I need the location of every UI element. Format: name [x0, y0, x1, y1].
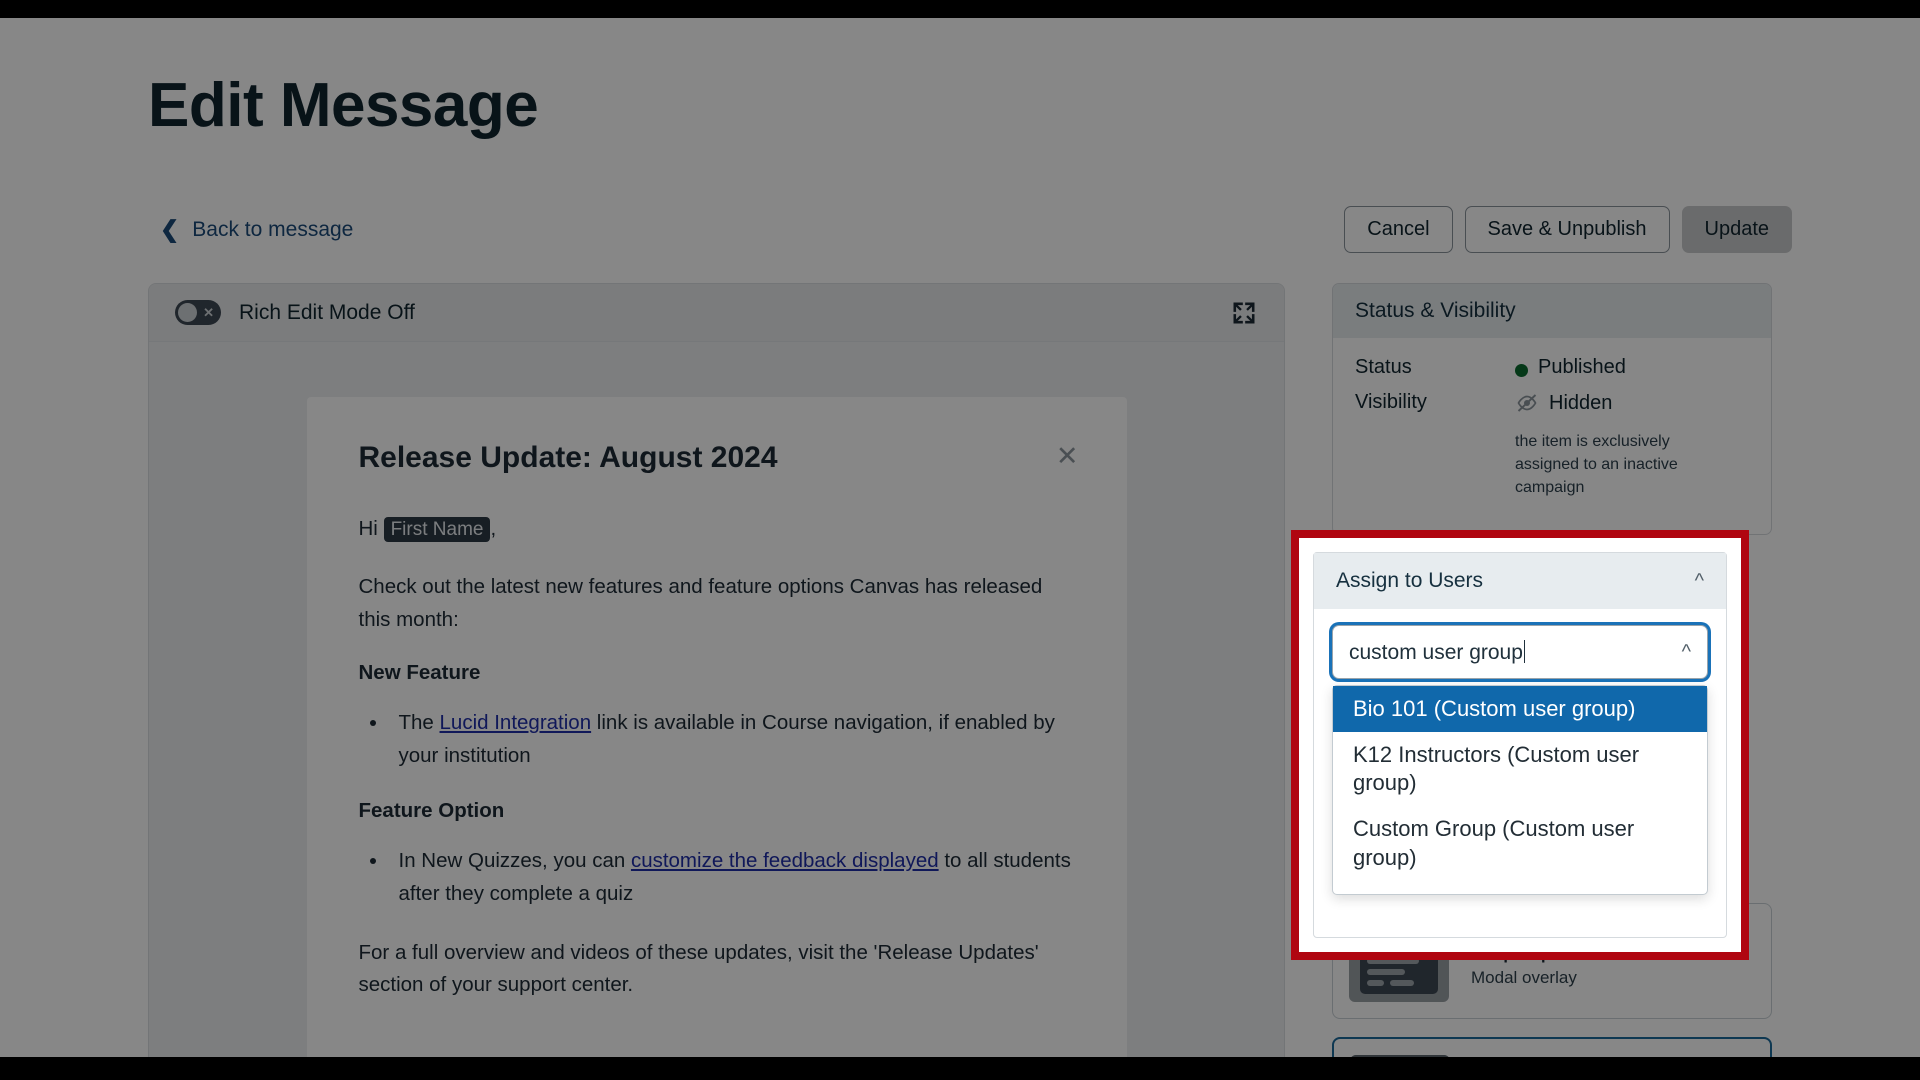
cancel-button[interactable]: Cancel	[1344, 206, 1453, 253]
section-heading-feature-option: Feature Option	[358, 798, 505, 822]
app-stage: Edit Message ❮ Back to message Cancel Sa…	[0, 18, 1920, 1057]
text-cursor	[1523, 639, 1526, 663]
editor-panel: ✕ Rich Edit Mode Off ✕ Release Update: A…	[148, 283, 1285, 1057]
status-dot-icon	[1515, 364, 1528, 377]
visibility-label: Visibility	[1355, 391, 1427, 413]
section-heading-new-feature: New Feature	[358, 661, 481, 685]
list-item: In New Quizzes, you can customize the fe…	[389, 845, 1075, 911]
assign-to-users-card: Assign to Users ^ custom user group ^ Bi…	[1313, 552, 1727, 938]
fullscreen-expand-icon[interactable]	[1230, 299, 1258, 327]
user-group-dropdown-list: Bio 101 (Custom user group) K12 Instruct…	[1332, 685, 1708, 895]
status-visibility-header[interactable]: Status & Visibility	[1333, 284, 1771, 338]
visibility-note: the item is exclusively assigned to an i…	[1515, 433, 1678, 497]
feature-option-list: In New Quizzes, you can customize the fe…	[389, 845, 1075, 911]
assign-to-users-title: Assign to Users	[1336, 569, 1484, 592]
assign-to-users-header[interactable]: Assign to Users ^	[1314, 553, 1726, 609]
dropdown-option-custom-group[interactable]: Custom Group (Custom user group)	[1333, 806, 1707, 880]
search-input-value: custom user group	[1349, 640, 1523, 664]
header-actions: Cancel Save & Unpublish Update	[1344, 206, 1792, 253]
status-visibility-card: Status & Visibility Status Published Vis…	[1332, 283, 1772, 535]
message-title: Release Update: August 2024	[358, 441, 778, 474]
page-title: Edit Message	[148, 71, 539, 140]
greeting-prefix: Hi	[358, 517, 384, 540]
bullet-one-pre: The	[398, 711, 440, 735]
rich-edit-mode-toggle[interactable]: ✕	[175, 300, 221, 325]
back-link-label: Back to message	[192, 218, 354, 241]
highlight-box: Assign to Users ^ custom user group ^ Bi…	[1291, 530, 1749, 960]
toggle-off-icon: ✕	[203, 305, 214, 320]
close-icon[interactable]: ✕	[1056, 443, 1079, 470]
new-feature-list: The Lucid Integration link is available …	[389, 707, 1075, 773]
chevron-up-icon[interactable]: ^	[1682, 641, 1691, 664]
message-closing: For a full overview and videos of these …	[358, 940, 1039, 997]
rich-edit-mode-label: Rich Edit Mode Off	[239, 300, 415, 324]
channel-card-selected[interactable]	[1332, 1036, 1772, 1057]
status-label: Status	[1355, 356, 1412, 378]
browser-window-icon	[1350, 1054, 1450, 1057]
customize-feedback-link[interactable]: customize the feedback displayed	[631, 849, 939, 872]
editor-canvas: ✕ Release Update: August 2024 Hi First N…	[149, 342, 1284, 1057]
assign-to-users-body: custom user group ^ Bio 101 (Custom user…	[1314, 609, 1726, 937]
editor-toolbar: ✕ Rich Edit Mode Off	[149, 284, 1284, 342]
dropdown-option-bio-101[interactable]: Bio 101 (Custom user group)	[1333, 686, 1707, 733]
greeting-suffix: ,	[490, 517, 497, 540]
message-preview-card: ✕ Release Update: August 2024 Hi First N…	[306, 397, 1127, 1057]
visibility-row: Visibility Hidden the item is exclusivel…	[1355, 391, 1749, 500]
dropdown-option-k12-instructors[interactable]: K12 Instructors (Custom user group)	[1333, 732, 1707, 806]
chevron-left-icon: ❮	[160, 215, 180, 242]
chevron-up-icon[interactable]: ^	[1695, 570, 1704, 593]
back-to-message-link[interactable]: ❮ Back to message	[160, 215, 354, 242]
status-visibility-body: Status Published Visibility Hidden the i…	[1333, 338, 1771, 534]
merge-tag-first-name[interactable]: First Name	[383, 517, 491, 542]
toggle-knob	[178, 303, 197, 322]
assign-to-users-highlight: Assign to Users ^ custom user group ^ Bi…	[1291, 530, 1749, 960]
channel-subtitle: Modal overlay	[1471, 968, 1577, 988]
status-badge: Published	[1538, 356, 1626, 378]
status-row: Status Published	[1355, 356, 1749, 379]
bullet-two-pre: In New Quizzes, you can	[398, 848, 631, 872]
lucid-integration-link[interactable]: Lucid Integration	[440, 711, 592, 734]
save-and-unpublish-button[interactable]: Save & Unpublish	[1464, 206, 1670, 253]
visibility-value: Hidden	[1549, 391, 1613, 414]
eye-off-icon	[1517, 394, 1537, 412]
message-greeting: Hi First Name,	[359, 513, 1075, 546]
list-item: The Lucid Integration link is available …	[389, 707, 1075, 773]
message-intro: Check out the latest new features and fe…	[358, 574, 1043, 631]
update-button[interactable]: Update	[1681, 206, 1792, 253]
user-group-search-input[interactable]: custom user group ^	[1332, 625, 1708, 679]
